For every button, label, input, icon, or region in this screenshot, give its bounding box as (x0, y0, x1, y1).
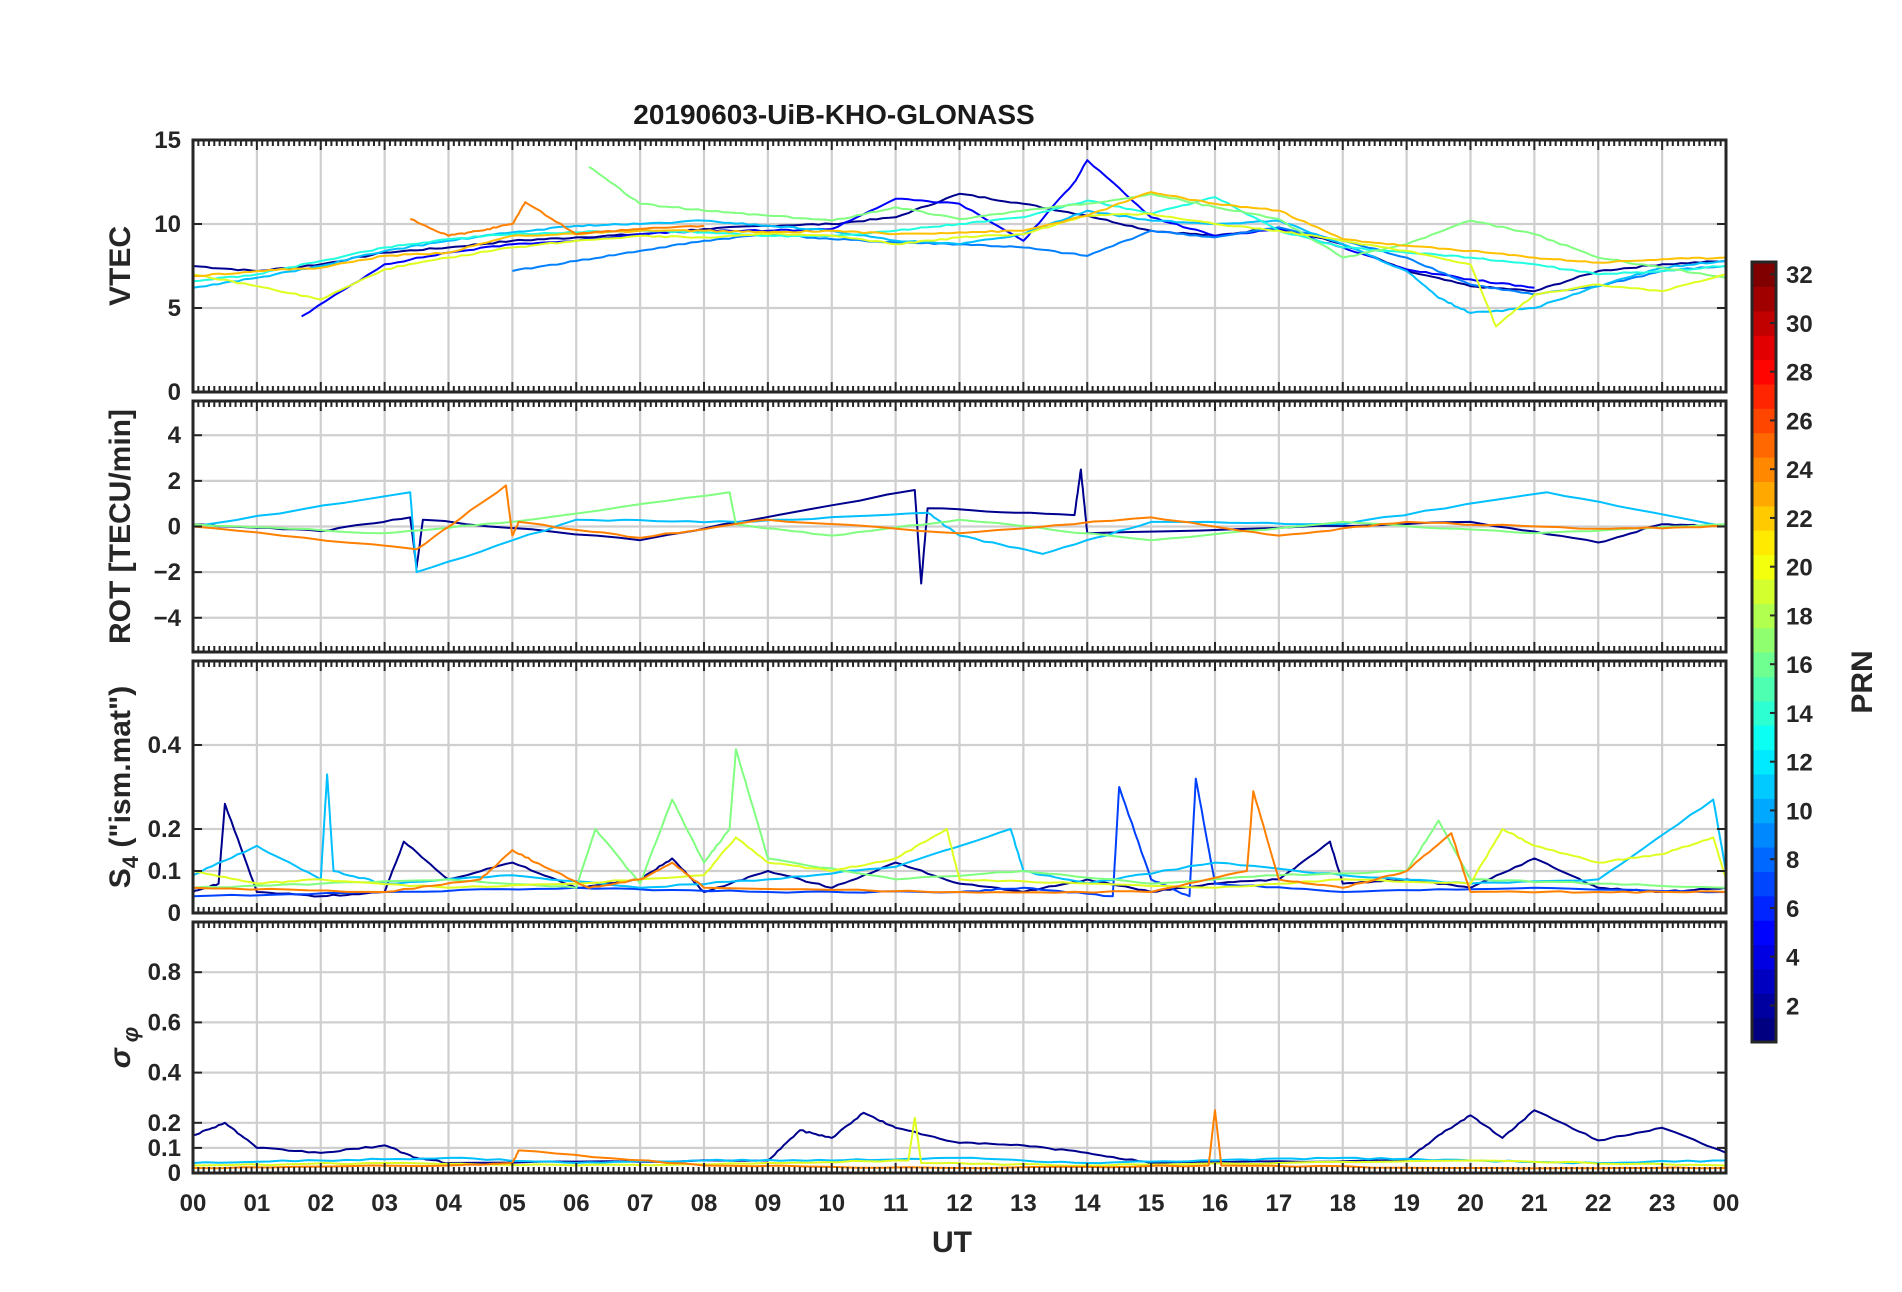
x-tick-label: 12 (946, 1190, 973, 1217)
rot-y-tick-label: −4 (154, 605, 182, 632)
x-tick-label: 00 (1713, 1190, 1740, 1217)
x-tick-label: 01 (244, 1190, 271, 1217)
colorbar: 2468101214161820222426283032PRN (1750, 260, 1879, 1044)
colorbar-tick-label: 32 (1786, 262, 1813, 289)
colorbar-segment (1752, 383, 1776, 409)
colorbar-tick-label: 14 (1786, 701, 1813, 728)
colorbar-tick-label: 10 (1786, 798, 1813, 825)
vtec-y-tick-label: 15 (154, 127, 181, 154)
sigphi-y-tick-label: 0.2 (148, 1110, 181, 1137)
x-tick-label: 08 (691, 1190, 718, 1217)
vtec-y-tick-label: 0 (168, 379, 181, 406)
vtec-series-line (301, 159, 1535, 318)
colorbar-segment (1752, 676, 1776, 702)
s4-y-tick-label: 0.1 (148, 858, 181, 885)
x-tick-label: 10 (818, 1190, 845, 1217)
colorbar-segment (1752, 725, 1776, 751)
x-tick-label: 00 (180, 1190, 207, 1217)
panel-vtec: 0 5 10 15 VTEC (104, 127, 1728, 406)
chart-title: 20190603-UiB-KHO-GLONASS (633, 99, 1034, 130)
colorbar-segment (1752, 1017, 1776, 1043)
colorbar-segment (1752, 286, 1776, 312)
vtec-y-axis-label: VTEC (104, 226, 137, 306)
x-tick-label: 14 (1074, 1190, 1101, 1217)
rot-y-tick-label: 4 (168, 422, 182, 449)
colorbar-tick-label: 6 (1786, 896, 1799, 923)
colorbar-tick-label: 30 (1786, 311, 1813, 338)
x-tick-label: 03 (371, 1190, 398, 1217)
colorbar-segment (1752, 822, 1776, 848)
x-tick-label: 05 (499, 1190, 526, 1217)
colorbar-segment (1752, 335, 1776, 361)
colorbar-segment (1752, 773, 1776, 799)
colorbar-label: PRN (1846, 650, 1879, 713)
x-tick-label: 09 (755, 1190, 782, 1217)
s4-y-axis-label: S4 ("ism.mat") (104, 686, 143, 888)
colorbar-segment (1752, 578, 1776, 604)
colorbar-segment (1752, 432, 1776, 458)
rot-y-axis-label: ROT [TECU/min] (104, 409, 137, 644)
sigphi-y-tick-label: 0.8 (148, 959, 181, 986)
x-tick-label: 20 (1457, 1190, 1484, 1217)
x-tick-label: 02 (307, 1190, 334, 1217)
sigphi-y-tick-label: 0 (168, 1160, 181, 1187)
x-tick-label: 23 (1649, 1190, 1676, 1217)
vtec-y-tick-label: 10 (154, 211, 181, 238)
colorbar-tick-label: 28 (1786, 360, 1813, 387)
panel-rot: −4 −2 0 2 4 ROT [TECU/min] (104, 399, 1728, 654)
x-tick-label: 22 (1585, 1190, 1612, 1217)
colorbar-tick-label: 20 (1786, 555, 1813, 582)
x-tick-label: 11 (883, 1190, 908, 1217)
colorbar-tick-label: 26 (1786, 408, 1813, 435)
vtec-grid (193, 138, 1726, 394)
colorbar-segment (1752, 627, 1776, 653)
colorbar-segment (1752, 871, 1776, 897)
sigphi-y-tick-label: 0.4 (148, 1060, 182, 1087)
x-tick-label: 06 (563, 1190, 590, 1217)
sigphi-y-axis-label: σ φ (104, 1027, 143, 1069)
s4-y-tick-label: 0 (168, 900, 181, 927)
vtec-series-line (588, 166, 1726, 279)
vtec-y-tick-label: 5 (168, 295, 181, 322)
colorbar-tick-label: 2 (1786, 993, 1799, 1020)
x-axis-label: UT (932, 1226, 972, 1259)
s4-y-tick-label: 0.4 (148, 732, 182, 759)
colorbar-tick-label: 4 (1786, 945, 1800, 972)
rot-y-tick-label: 0 (168, 514, 181, 541)
colorbar-segment (1752, 968, 1776, 994)
figure: 20190603-UiB-KHO-GLONASS 051015VTEC−4−20… (104, 99, 1879, 1259)
x-tick-labels: 00 01 02 03 04 05 06 07 08 09 10 11 12 13 14 15 16 17 18 19… (180, 1190, 1740, 1217)
x-tick-label: 15 (1138, 1190, 1165, 1217)
colorbar-segment (1752, 920, 1776, 946)
panel-sigphi: 00.10.2 0.4 0.6 0.8 σ φ (104, 920, 1728, 1187)
colorbar-tick-label: 24 (1786, 457, 1813, 484)
colorbar-tick-label: 16 (1786, 652, 1813, 679)
sigphi-y-tick-label: 0.1 (148, 1135, 181, 1162)
rot-y-tick-label: 2 (168, 468, 181, 495)
sigphi-grid (193, 922, 1726, 1175)
x-tick-label: 07 (627, 1190, 654, 1217)
colorbar-tick-label: 12 (1786, 750, 1813, 777)
x-tick-label: 04 (435, 1190, 462, 1217)
colorbar-tick-label: 18 (1786, 603, 1813, 630)
s4-y-tick-label: 0.2 (148, 816, 181, 843)
sigphi-y-tick-label: 0.6 (148, 1009, 181, 1036)
x-tick-label: 16 (1202, 1190, 1229, 1217)
panels: 051015VTEC−4−2024ROT [TECU/min]00.10.20.… (104, 127, 1728, 1187)
x-tick-label: 13 (1010, 1190, 1037, 1217)
vtec-y-tick-labels: 0 5 10 15 (154, 127, 1726, 406)
x-tick-label: 18 (1329, 1190, 1356, 1217)
colorbar-segment (1752, 481, 1776, 507)
colorbar-segment (1752, 530, 1776, 556)
colorbar-tick-label: 8 (1786, 847, 1799, 874)
x-tick-label: 17 (1266, 1190, 1293, 1217)
x-tick-label: 21 (1521, 1190, 1548, 1217)
panel-s4: 0 0.1 0.2 0.4S4 ("ism.mat") (104, 659, 1728, 927)
rot-y-tick-label: −2 (154, 559, 181, 586)
colorbar-tick-label: 22 (1786, 506, 1813, 533)
x-tick-label: 19 (1393, 1190, 1420, 1217)
